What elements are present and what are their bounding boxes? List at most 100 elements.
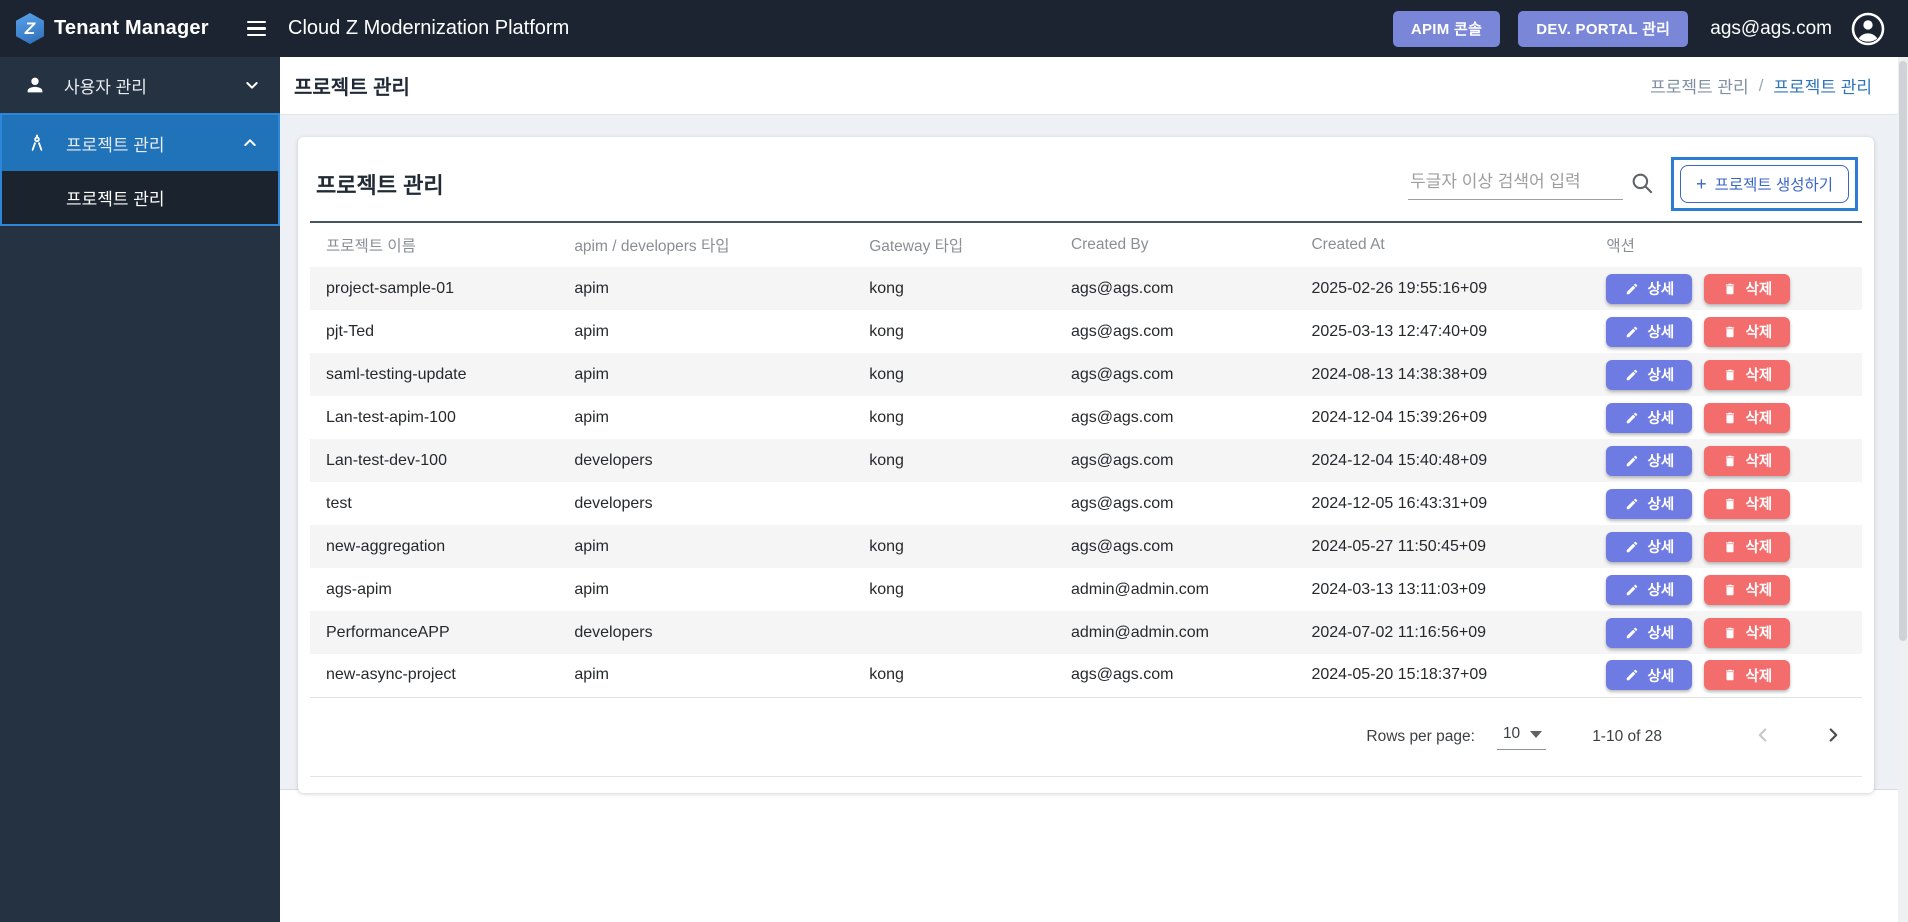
delete-button[interactable]: 삭제 <box>1704 316 1791 347</box>
topbar-right: APIM 콘솔 DEV. PORTAL 관리 ags@ags.com <box>1392 10 1908 47</box>
cell-gateway: kong <box>869 279 904 297</box>
dev-portal-button[interactable]: DEV. PORTAL 관리 <box>1518 10 1689 47</box>
trash-icon <box>1725 627 1734 638</box>
cell-actions: 상세 삭제 <box>1590 482 1862 525</box>
dropdown-caret-icon <box>1530 730 1543 738</box>
app-title: Cloud Z Modernization Platform <box>288 17 570 39</box>
detail-button[interactable]: 상세 <box>1606 273 1693 304</box>
delete-button[interactable]: 삭제 <box>1704 445 1791 476</box>
rows-per-page-label: Rows per page: <box>1366 727 1475 745</box>
delete-button[interactable]: 삭제 <box>1704 660 1791 691</box>
column-header-actions: 액션 <box>1606 238 1635 255</box>
sidebar-item-project-management[interactable]: 프로젝트 관리 <box>2 115 278 171</box>
column-header-gateway: Gateway 타입 <box>869 238 964 255</box>
column-header-type: apim / developers 타입 <box>574 238 730 255</box>
table-row: saml-testing-update apim kong ags@ags.com 20… <box>310 353 1862 396</box>
cell-name: ags-apim <box>326 580 392 598</box>
detail-button[interactable]: 상세 <box>1606 359 1693 390</box>
delete-button-label: 삭제 <box>1745 368 1773 384</box>
chevron-up-icon <box>244 139 256 146</box>
detail-button[interactable]: 상세 <box>1606 617 1693 648</box>
delete-button-label: 삭제 <box>1745 325 1773 341</box>
cell-type: apim <box>574 365 609 383</box>
cell-created_by: admin@admin.com <box>1070 623 1210 641</box>
cell-actions: 상세 삭제 <box>1590 439 1862 482</box>
pencil-icon <box>1626 412 1637 423</box>
cell-created_at: 2024-05-20 15:18:37+09 <box>1311 666 1488 684</box>
trash-icon <box>1725 326 1734 337</box>
detail-button[interactable]: 상세 <box>1606 488 1693 519</box>
account-avatar-icon[interactable] <box>1850 11 1886 47</box>
cell-created_by: ags@ags.com <box>1070 537 1174 555</box>
detail-button[interactable]: 상세 <box>1606 660 1693 691</box>
search-input[interactable] <box>1408 168 1624 200</box>
delete-button[interactable]: 삭제 <box>1704 488 1791 519</box>
cell-actions: 상세 삭제 <box>1590 310 1862 353</box>
detail-button[interactable]: 상세 <box>1606 316 1693 347</box>
cell-gateway: kong <box>869 537 904 555</box>
delete-button[interactable]: 삭제 <box>1704 574 1791 605</box>
cell-gateway: kong <box>869 451 904 469</box>
previous-page-button[interactable] <box>1748 720 1778 753</box>
table-row: project-sample-01 apim kong ags@ags.com 2025… <box>310 267 1862 310</box>
cell-name: new-async-project <box>326 666 456 684</box>
pencil-icon <box>1626 326 1637 337</box>
cloudz-logo-icon: Z <box>16 13 44 44</box>
detail-button-label: 상세 <box>1647 325 1675 341</box>
delete-button[interactable]: 삭제 <box>1704 531 1791 562</box>
table-row: PerformanceAPP developers admin@admin.com 2… <box>310 611 1862 654</box>
cell-type: apim <box>574 666 609 684</box>
delete-button-label: 삭제 <box>1745 282 1773 298</box>
cell-created_by: ags@ags.com <box>1070 408 1174 426</box>
trash-icon <box>1725 412 1734 423</box>
detail-button[interactable]: 상세 <box>1606 574 1693 605</box>
next-page-button[interactable] <box>1818 720 1848 753</box>
search-icon[interactable] <box>1629 170 1655 196</box>
cell-type: developers <box>574 451 653 469</box>
cell-name: PerformanceAPP <box>326 623 450 641</box>
trash-icon <box>1725 541 1734 552</box>
table-row: ags-apim apim kong admin@admin.com 2024-03-1… <box>310 568 1862 611</box>
breadcrumb-current[interactable]: 프로젝트 관리 <box>1773 73 1872 98</box>
delete-button[interactable]: 삭제 <box>1704 617 1791 648</box>
pagination-range: 1-10 of 28 <box>1592 727 1662 745</box>
page-scrollbar-thumb[interactable] <box>1899 61 1907 641</box>
user-email: ags@ags.com <box>1710 17 1832 39</box>
person-icon <box>27 77 43 93</box>
card-title: 프로젝트 관리 <box>316 173 444 198</box>
apim-console-button[interactable]: APIM 콘솔 <box>1392 10 1501 47</box>
delete-button[interactable]: 삭제 <box>1704 359 1791 390</box>
detail-button-label: 상세 <box>1647 454 1675 470</box>
rows-per-page-select[interactable]: 10 <box>1496 723 1547 750</box>
brand: Z Tenant Manager <box>0 13 280 44</box>
cell-name: new-aggregation <box>326 537 446 555</box>
page-header: 프로젝트 관리 프로젝트 관리 / 프로젝트 관리 <box>280 57 1908 115</box>
topbar: Z Tenant Manager Cloud Z Modernization P… <box>0 0 1908 57</box>
cell-actions: 상세 삭제 <box>1590 568 1862 611</box>
detail-button[interactable]: 상세 <box>1606 402 1693 433</box>
sidebar-subitem-project-management[interactable]: 프로젝트 관리 <box>2 171 278 224</box>
delete-button[interactable]: 삭제 <box>1704 402 1791 433</box>
cell-created_by: ags@ags.com <box>1070 279 1174 297</box>
delete-button-label: 삭제 <box>1745 540 1773 556</box>
cell-actions: 상세 삭제 <box>1590 396 1862 439</box>
cell-actions: 상세 삭제 <box>1590 353 1862 396</box>
detail-button[interactable]: 상세 <box>1606 445 1693 476</box>
page-scrollbar-track <box>1898 57 1908 922</box>
create-project-label: 프로젝트 생성하기 <box>1714 177 1833 194</box>
table-row: new-aggregation apim kong ags@ags.com 2024-0… <box>310 525 1862 568</box>
detail-button[interactable]: 상세 <box>1606 531 1693 562</box>
create-project-button[interactable]: + 프로젝트 생성하기 <box>1680 165 1849 203</box>
delete-button[interactable]: 삭제 <box>1704 273 1791 304</box>
cell-type: apim <box>574 537 609 555</box>
table-row: Lan-test-dev-100 developers kong ags@ags.co… <box>310 439 1862 482</box>
sidebar-item-user-management[interactable]: 사용자 관리 <box>0 57 280 113</box>
card-header: 프로젝트 관리 + 프로젝트 생성하기 <box>298 137 1874 221</box>
delete-button-label: 삭제 <box>1745 454 1773 470</box>
sidebar: 사용자 관리 프로젝트 관리 프로젝트 관리 <box>0 57 280 922</box>
cell-actions: 상세 삭제 <box>1590 267 1862 310</box>
hamburger-menu-icon[interactable] <box>243 17 270 41</box>
delete-button-label: 삭제 <box>1745 626 1773 642</box>
chevron-left-icon <box>1758 728 1767 742</box>
trash-icon <box>1725 283 1734 294</box>
